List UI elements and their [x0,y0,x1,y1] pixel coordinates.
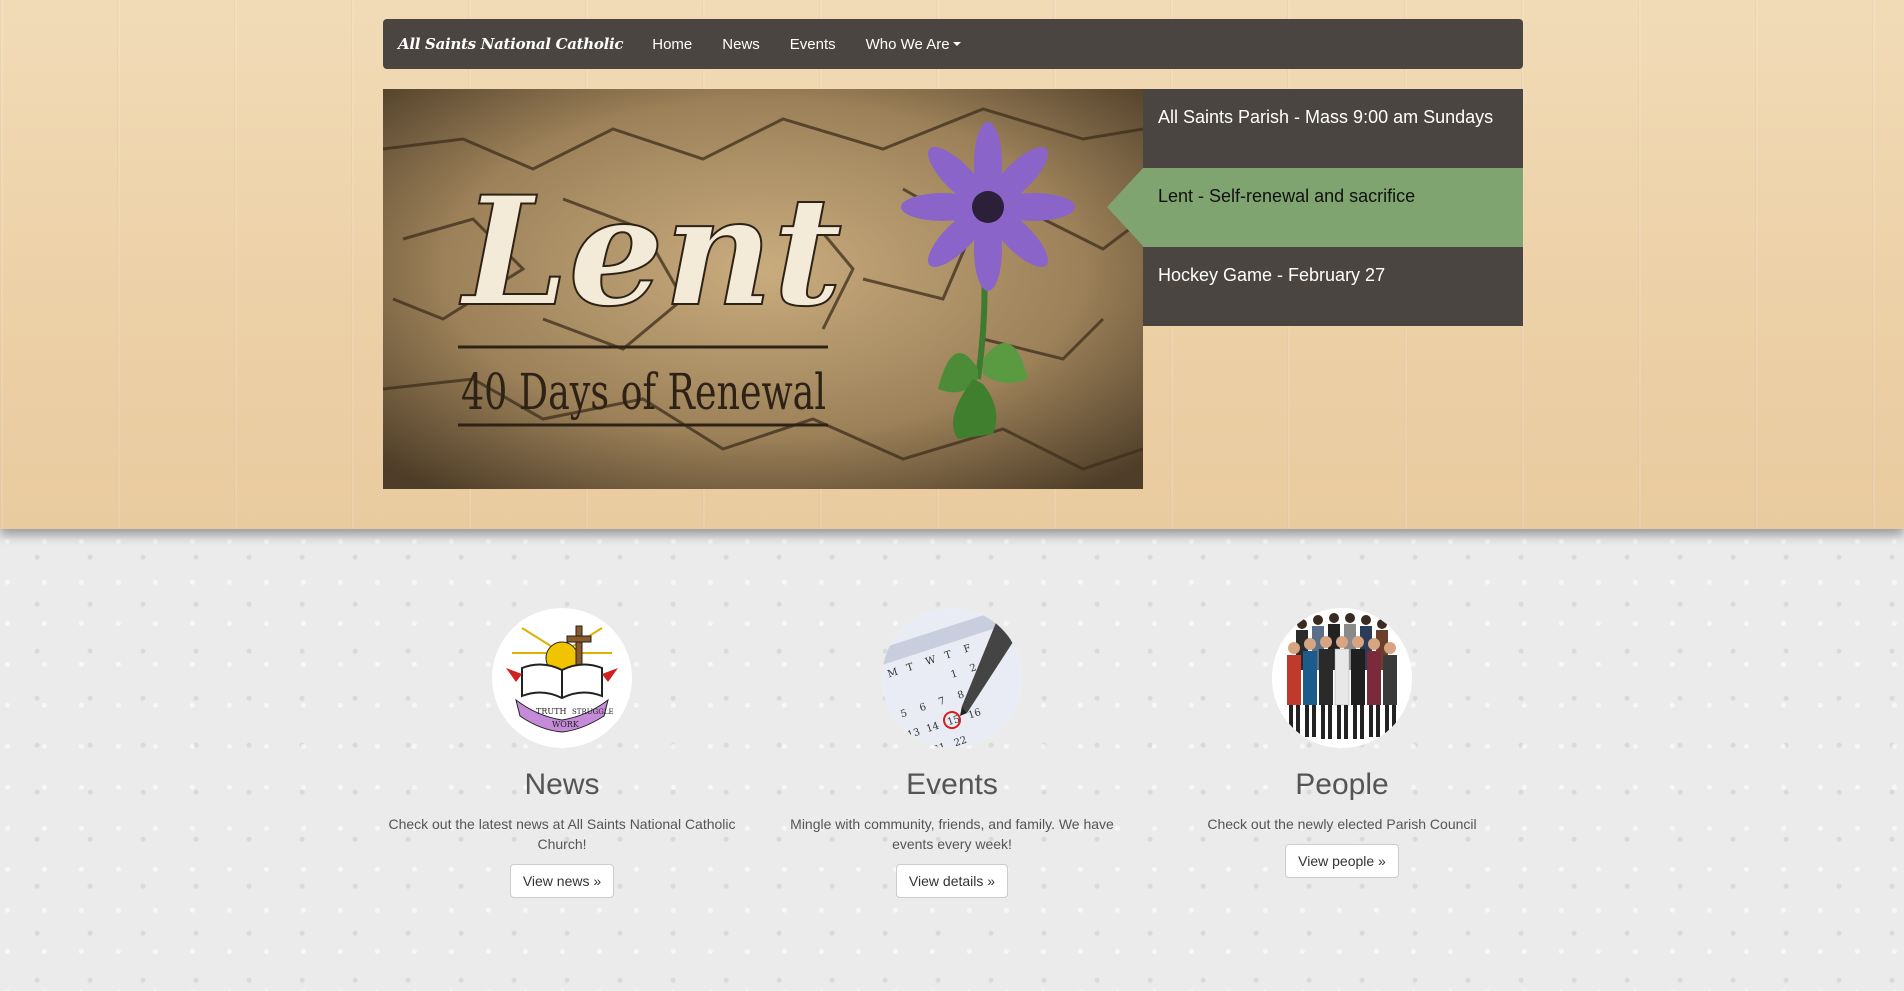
nav-who-we-are-label: Who We Are [865,35,950,53]
nav-who-we-are-dropdown[interactable]: Who We Are [851,36,976,53]
nav-events[interactable]: Events [775,36,851,53]
view-people-button[interactable]: View people » [1285,844,1399,878]
view-details-button[interactable]: View details » [895,864,1009,898]
feature-news: TRUTH WORK STRUGGLE News Check out the l… [382,608,742,898]
feature-news-title: News [524,768,600,801]
feature-people-text: Check out the newly elected Parish Counc… [1207,816,1477,832]
carousel-caption-list: All Saints Parish - Mass 9:00 am Sundays… [1107,89,1523,326]
emblem-word-struggle: STRUGGLE [572,708,614,716]
emblem-word-truth: TRUTH [536,707,566,716]
navbar: All Saints National Catholic Home News E… [383,19,1523,69]
people-group-image [1272,608,1412,748]
carousel-item-hockey[interactable]: Hockey Game - February 27 [1143,247,1523,326]
carousel-item-mass[interactable]: All Saints Parish - Mass 9:00 am Sundays [1143,89,1523,168]
lent-banner-image: Lent 40 Days of Renewal [383,89,1143,489]
news-emblem-image: TRUTH WORK STRUGGLE [492,608,632,748]
feature-events-title: Events [906,768,998,801]
feature-events: M T W T F 1 2 5 6 7 8 13 14 15 16 21 22 [772,608,1132,898]
view-news-button[interactable]: View news » [509,864,615,898]
nav-news[interactable]: News [707,36,775,53]
nav-home[interactable]: Home [637,36,707,53]
feature-events-text: Mingle with community, friends, and fami… [790,816,1114,852]
emblem-word-work: WORK [552,720,580,729]
feature-people: People Check out the newly elected Paris… [1162,608,1522,878]
brand-logo[interactable]: All Saints National Catholic [398,35,624,53]
feature-people-title: People [1295,768,1389,801]
hero-subtitle: 40 Days of Renewal [461,363,826,421]
caret-down-icon [952,42,961,46]
feature-news-text: Check out the latest news at All Saints … [388,816,736,852]
carousel-item-lent[interactable]: Lent - Self-renewal and sacrifice [1107,168,1523,247]
hero-title: Lent [459,164,842,340]
events-calendar-image: M T W T F 1 2 5 6 7 8 13 14 15 16 21 22 [882,608,1022,748]
hero-carousel-image[interactable]: Lent 40 Days of Renewal [383,89,1143,489]
